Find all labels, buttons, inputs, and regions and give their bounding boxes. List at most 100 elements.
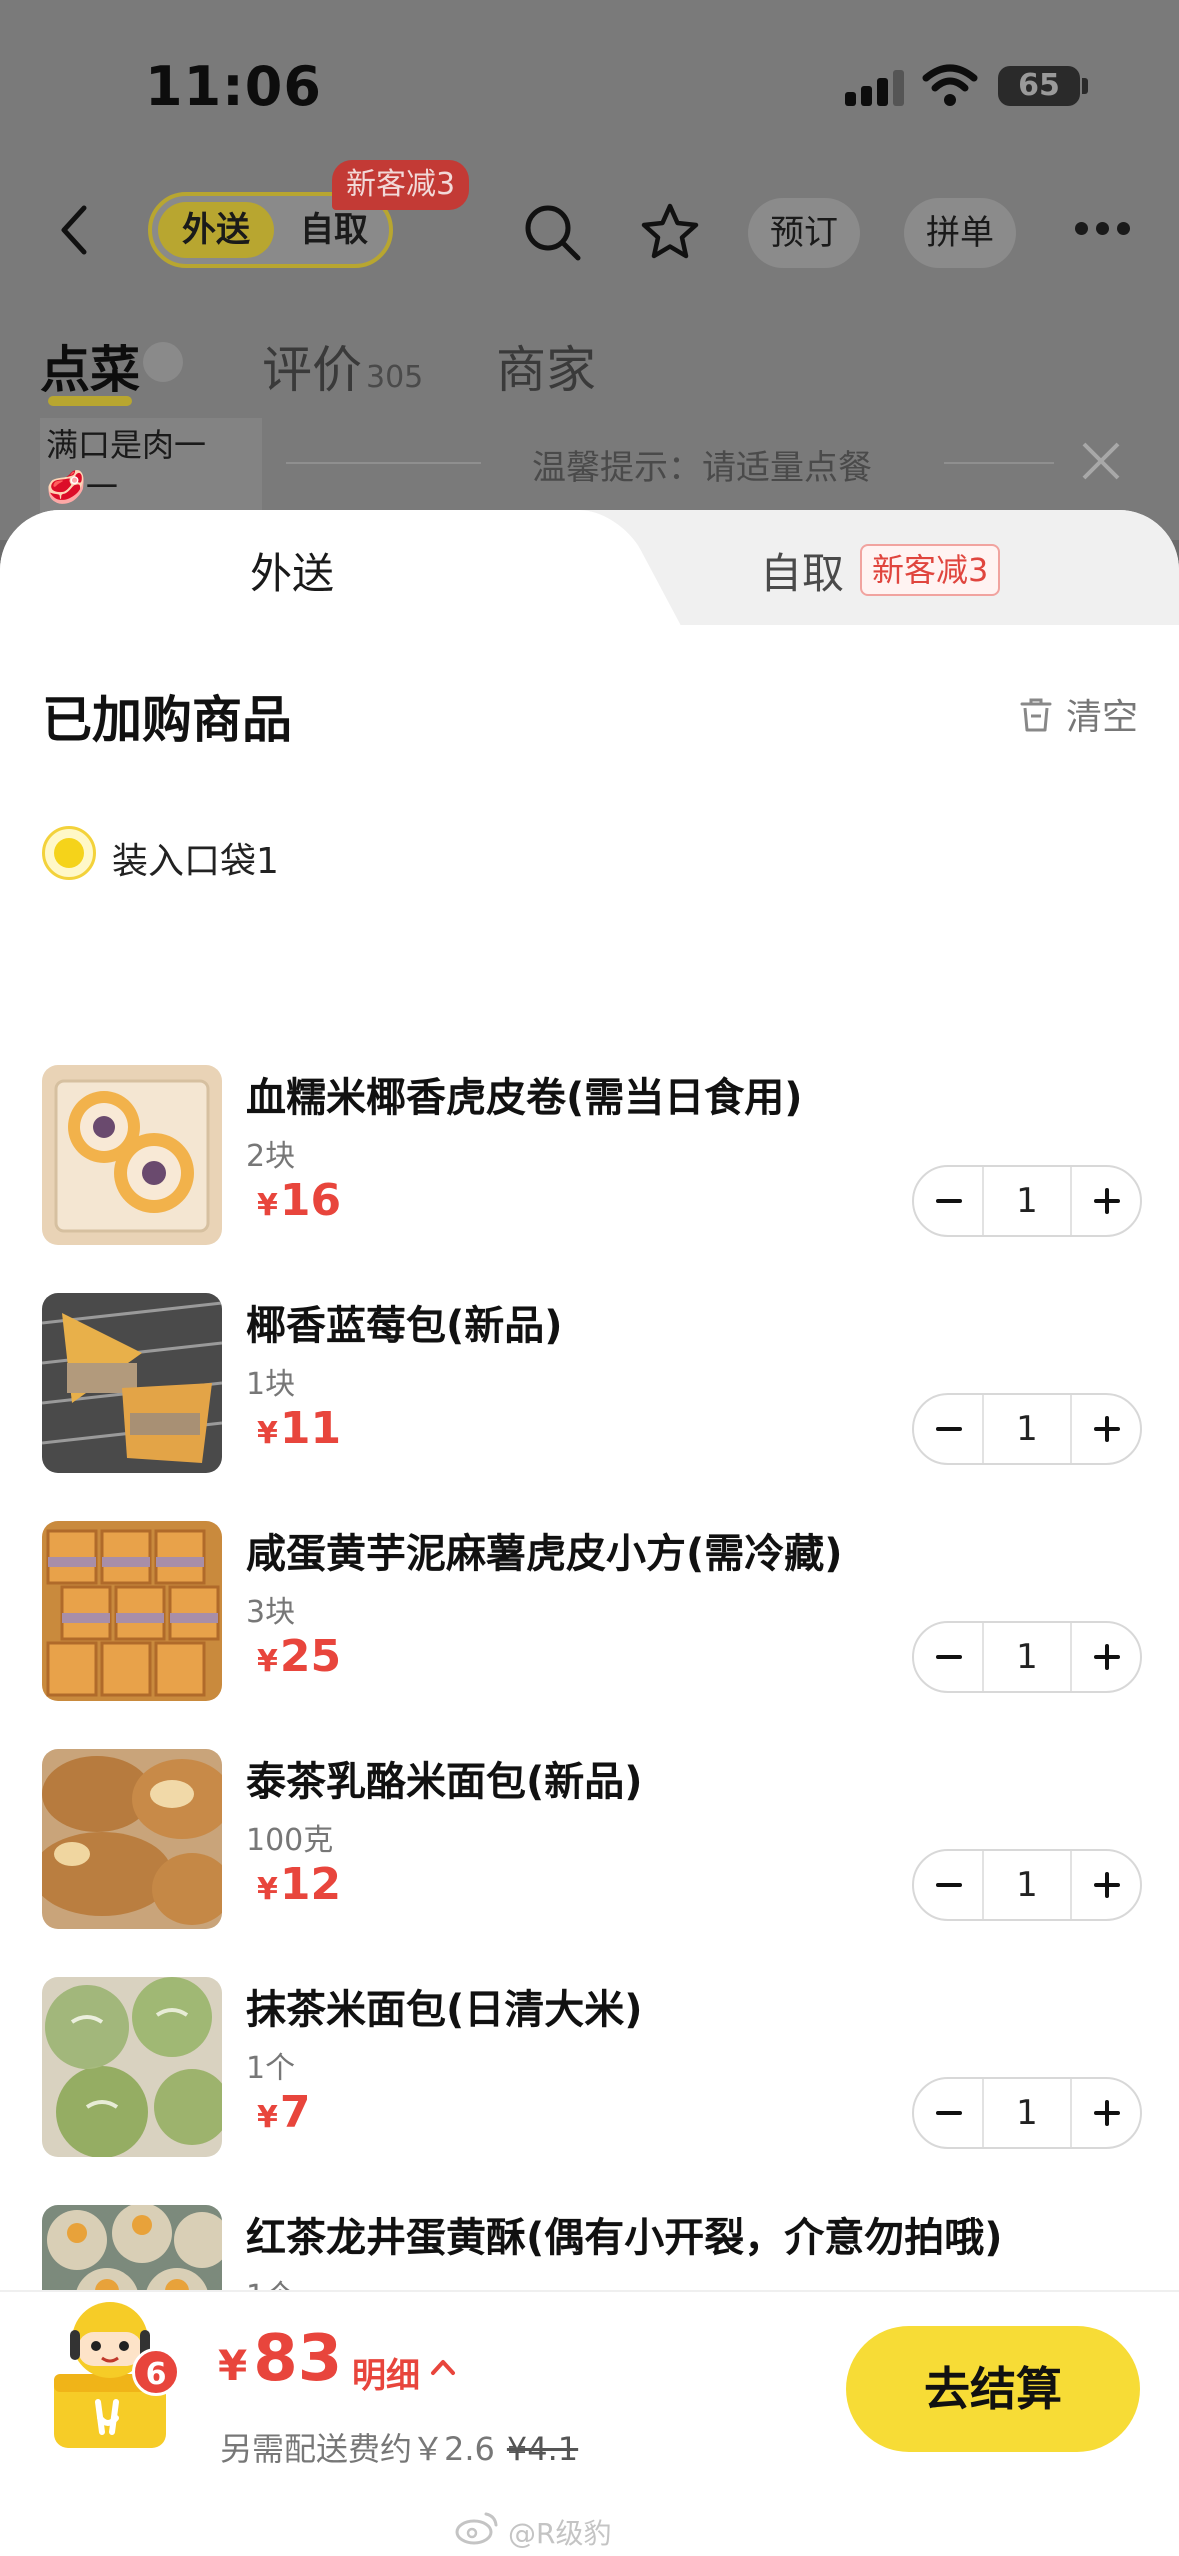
- pin-top-icon[interactable]: [143, 342, 183, 382]
- tab-reviews[interactable]: 评价 305: [262, 330, 423, 402]
- minus-icon: [936, 1655, 962, 1659]
- battery-tip: [1082, 78, 1088, 94]
- price-currency: ¥: [257, 1188, 278, 1223]
- reserve-button[interactable]: 预订: [748, 198, 860, 268]
- decrease-button[interactable]: [914, 2079, 984, 2147]
- product-price: ¥7: [257, 2087, 311, 2138]
- product-name[interactable]: 椰香蓝莓包(新品): [246, 1293, 563, 1351]
- product-name[interactable]: 红茶龙井蛋黄酥(偶有小开裂，介意勿拍哦): [246, 2205, 1003, 2263]
- product-thumbnail[interactable]: [42, 1977, 222, 2157]
- plus-icon-vertical: [1105, 1644, 1109, 1670]
- tab-order[interactable]: 点菜: [40, 330, 140, 402]
- increase-button[interactable]: [1070, 1167, 1140, 1235]
- minus-icon: [936, 2111, 962, 2115]
- chevron-up-icon[interactable]: [428, 2352, 458, 2382]
- price-amount: 12: [279, 1859, 342, 1910]
- price-currency: ¥: [257, 2100, 278, 2135]
- checkout-bar: 6 ¥83 明细 另需配送费约￥2.6 ¥4.1 去结算 @R级豹: [0, 2290, 1179, 2556]
- sheet-tabs: 外送 自取 新客减3: [0, 510, 1179, 625]
- tip-divider-right: [944, 462, 1054, 464]
- price-amount: 7: [279, 2087, 311, 2138]
- quantity-value[interactable]: 1: [984, 2079, 1070, 2147]
- battery-icon: 65: [998, 66, 1080, 106]
- detail-link[interactable]: 明细: [352, 2348, 420, 2397]
- status-time: 11:06: [145, 55, 322, 118]
- decrease-button[interactable]: [914, 1167, 984, 1235]
- back-icon[interactable]: [50, 200, 100, 260]
- tip-text: 温馨提示：请适量点餐: [532, 448, 872, 488]
- new-customer-promo: 新客减3: [332, 160, 470, 210]
- product-unit: 3块: [246, 1595, 296, 1630]
- increase-button[interactable]: [1070, 2079, 1140, 2147]
- increase-button[interactable]: [1070, 1851, 1140, 1919]
- total-currency: ¥: [218, 2341, 248, 2390]
- product-thumbnail[interactable]: [42, 1521, 222, 1701]
- quantity-value[interactable]: 1: [984, 1623, 1070, 1691]
- product-price: ¥25: [257, 1631, 341, 1682]
- category-side: 满口是肉一 🥩一: [40, 418, 262, 518]
- more-icon[interactable]: [1075, 222, 1131, 236]
- close-icon[interactable]: [1080, 440, 1122, 482]
- decrease-button[interactable]: [914, 1851, 984, 1919]
- product-name[interactable]: 咸蛋黄芋泥麻薯虎皮小方(需冷藏): [246, 1521, 843, 1579]
- cart-count-badge: 6: [132, 2348, 180, 2396]
- watermark-text: @R级豹: [508, 2517, 612, 2550]
- product-unit: 1个: [246, 2051, 296, 2086]
- group-order-button[interactable]: 拼单: [904, 198, 1016, 268]
- quantity-stepper: 1: [912, 1849, 1142, 1921]
- plus-icon-vertical: [1105, 2100, 1109, 2126]
- price-amount: 16: [279, 1175, 342, 1226]
- quantity-stepper: 1: [912, 2077, 1142, 2149]
- signal-icon: [845, 70, 905, 106]
- cart-item: 血糯米椰香虎皮卷(需当日食用) 2块 ¥16 1: [42, 1065, 1142, 1245]
- cart-item: 咸蛋黄芋泥麻薯虎皮小方(需冷藏) 3块 ¥25 1: [42, 1521, 1142, 1701]
- minus-icon: [936, 1199, 962, 1203]
- sheet-tab-delivery[interactable]: 外送: [250, 540, 334, 601]
- increase-button[interactable]: [1070, 1395, 1140, 1463]
- tab-underline: [48, 396, 132, 406]
- product-name[interactable]: 抹茶米面包(日清大米): [246, 1977, 643, 2035]
- favorite-star-icon[interactable]: [638, 200, 702, 264]
- price-currency: ¥: [257, 1644, 278, 1679]
- cart-item: 泰茶乳酪米面包(新品) 100克 ¥12 1: [42, 1749, 1142, 1929]
- mode-delivery[interactable]: 外送: [158, 202, 274, 258]
- watermark: @R级豹: [455, 2512, 612, 2552]
- quantity-value[interactable]: 1: [984, 1851, 1070, 1919]
- product-unit: 100克: [246, 1823, 334, 1858]
- product-name[interactable]: 血糯米椰香虎皮卷(需当日食用): [246, 1065, 803, 1123]
- plus-icon-vertical: [1105, 1416, 1109, 1442]
- plus-icon-vertical: [1105, 1872, 1109, 1898]
- decrease-button[interactable]: [914, 1623, 984, 1691]
- bag-radio[interactable]: [42, 826, 96, 880]
- product-thumbnail[interactable]: [42, 1749, 222, 1929]
- quantity-stepper: 1: [912, 1165, 1142, 1237]
- search-icon[interactable]: [520, 200, 584, 264]
- increase-button[interactable]: [1070, 1623, 1140, 1691]
- pickup-promo-badge: 新客减3: [860, 544, 1001, 596]
- status-bar: 11:06 65: [0, 0, 1179, 170]
- wifi-icon: [922, 64, 978, 106]
- decrease-button[interactable]: [914, 1395, 984, 1463]
- mode-pickup[interactable]: 自取: [284, 202, 384, 258]
- sheet-tab-pickup[interactable]: 自取: [760, 540, 844, 601]
- store-tabs: 点菜 评价 305 商家: [0, 320, 1179, 410]
- quantity-value[interactable]: 1: [984, 1167, 1070, 1235]
- category-side-line1: 满口是肉一: [46, 426, 207, 464]
- product-price: ¥12: [257, 1859, 341, 1910]
- product-thumbnail[interactable]: [42, 1293, 222, 1473]
- tab-reviews-count: 305: [366, 360, 424, 395]
- quantity-value[interactable]: 1: [984, 1395, 1070, 1463]
- product-thumbnail[interactable]: [42, 1065, 222, 1245]
- tip-row: 满口是肉一 🥩一 温馨提示：请适量点餐: [0, 418, 1179, 518]
- price-amount: 25: [279, 1631, 342, 1682]
- product-price: ¥16: [257, 1175, 341, 1226]
- cart-item: 抹茶米面包(日清大米) 1个 ¥7 1: [42, 1977, 1142, 2157]
- checkout-button[interactable]: 去结算: [846, 2326, 1140, 2452]
- product-price: ¥11: [257, 1403, 341, 1454]
- quantity-stepper: 1: [912, 1621, 1142, 1693]
- delivery-fee-text: 另需配送费约￥2.6: [220, 2430, 495, 2468]
- tab-merchant[interactable]: 商家: [496, 330, 596, 402]
- trash-icon: [1020, 698, 1052, 732]
- price-currency: ¥: [257, 1416, 278, 1451]
- product-name[interactable]: 泰茶乳酪米面包(新品): [246, 1749, 643, 1807]
